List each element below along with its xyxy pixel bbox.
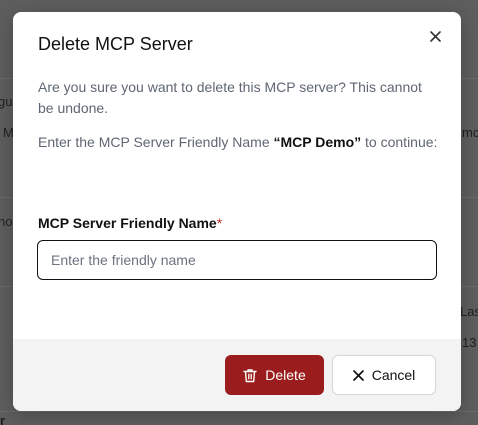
background-divider xyxy=(0,411,478,412)
cancel-button[interactable]: Cancel xyxy=(332,355,436,395)
dialog-title: Delete MCP Server xyxy=(38,34,193,54)
dialog-footer: Delete Cancel xyxy=(13,339,461,411)
background-text: 13 xyxy=(462,335,477,350)
instruction-prefix: Enter the MCP Server Friendly Name xyxy=(38,134,274,150)
server-name: “MCP Demo” xyxy=(273,134,362,150)
delete-mcp-server-dialog: Delete MCP Server Are you sure you want … xyxy=(13,12,461,411)
required-marker: * xyxy=(216,215,223,231)
trash-icon xyxy=(243,368,257,382)
instruction-suffix: to continue: xyxy=(361,134,438,150)
background-text: Las xyxy=(460,304,478,319)
background-text: no xyxy=(0,214,13,229)
confirmation-text: Are you sure you want to delete this MCP… xyxy=(38,79,422,116)
close-button[interactable] xyxy=(427,28,443,44)
delete-button[interactable]: Delete xyxy=(225,355,324,395)
instruction-text: Enter the MCP Server Friendly Name “MCP … xyxy=(38,132,438,153)
close-icon xyxy=(429,30,441,42)
cancel-button-label: Cancel xyxy=(371,367,416,383)
friendly-name-label-text: MCP Server Friendly Name xyxy=(38,215,217,231)
background-text: r xyxy=(0,413,6,425)
background-text: mc xyxy=(462,125,478,140)
delete-button-label: Delete xyxy=(265,367,306,383)
friendly-name-label: MCP Server Friendly Name* xyxy=(38,215,222,231)
background-text: gu xyxy=(0,94,13,109)
close-icon xyxy=(352,369,364,381)
friendly-name-input[interactable] xyxy=(37,240,437,280)
